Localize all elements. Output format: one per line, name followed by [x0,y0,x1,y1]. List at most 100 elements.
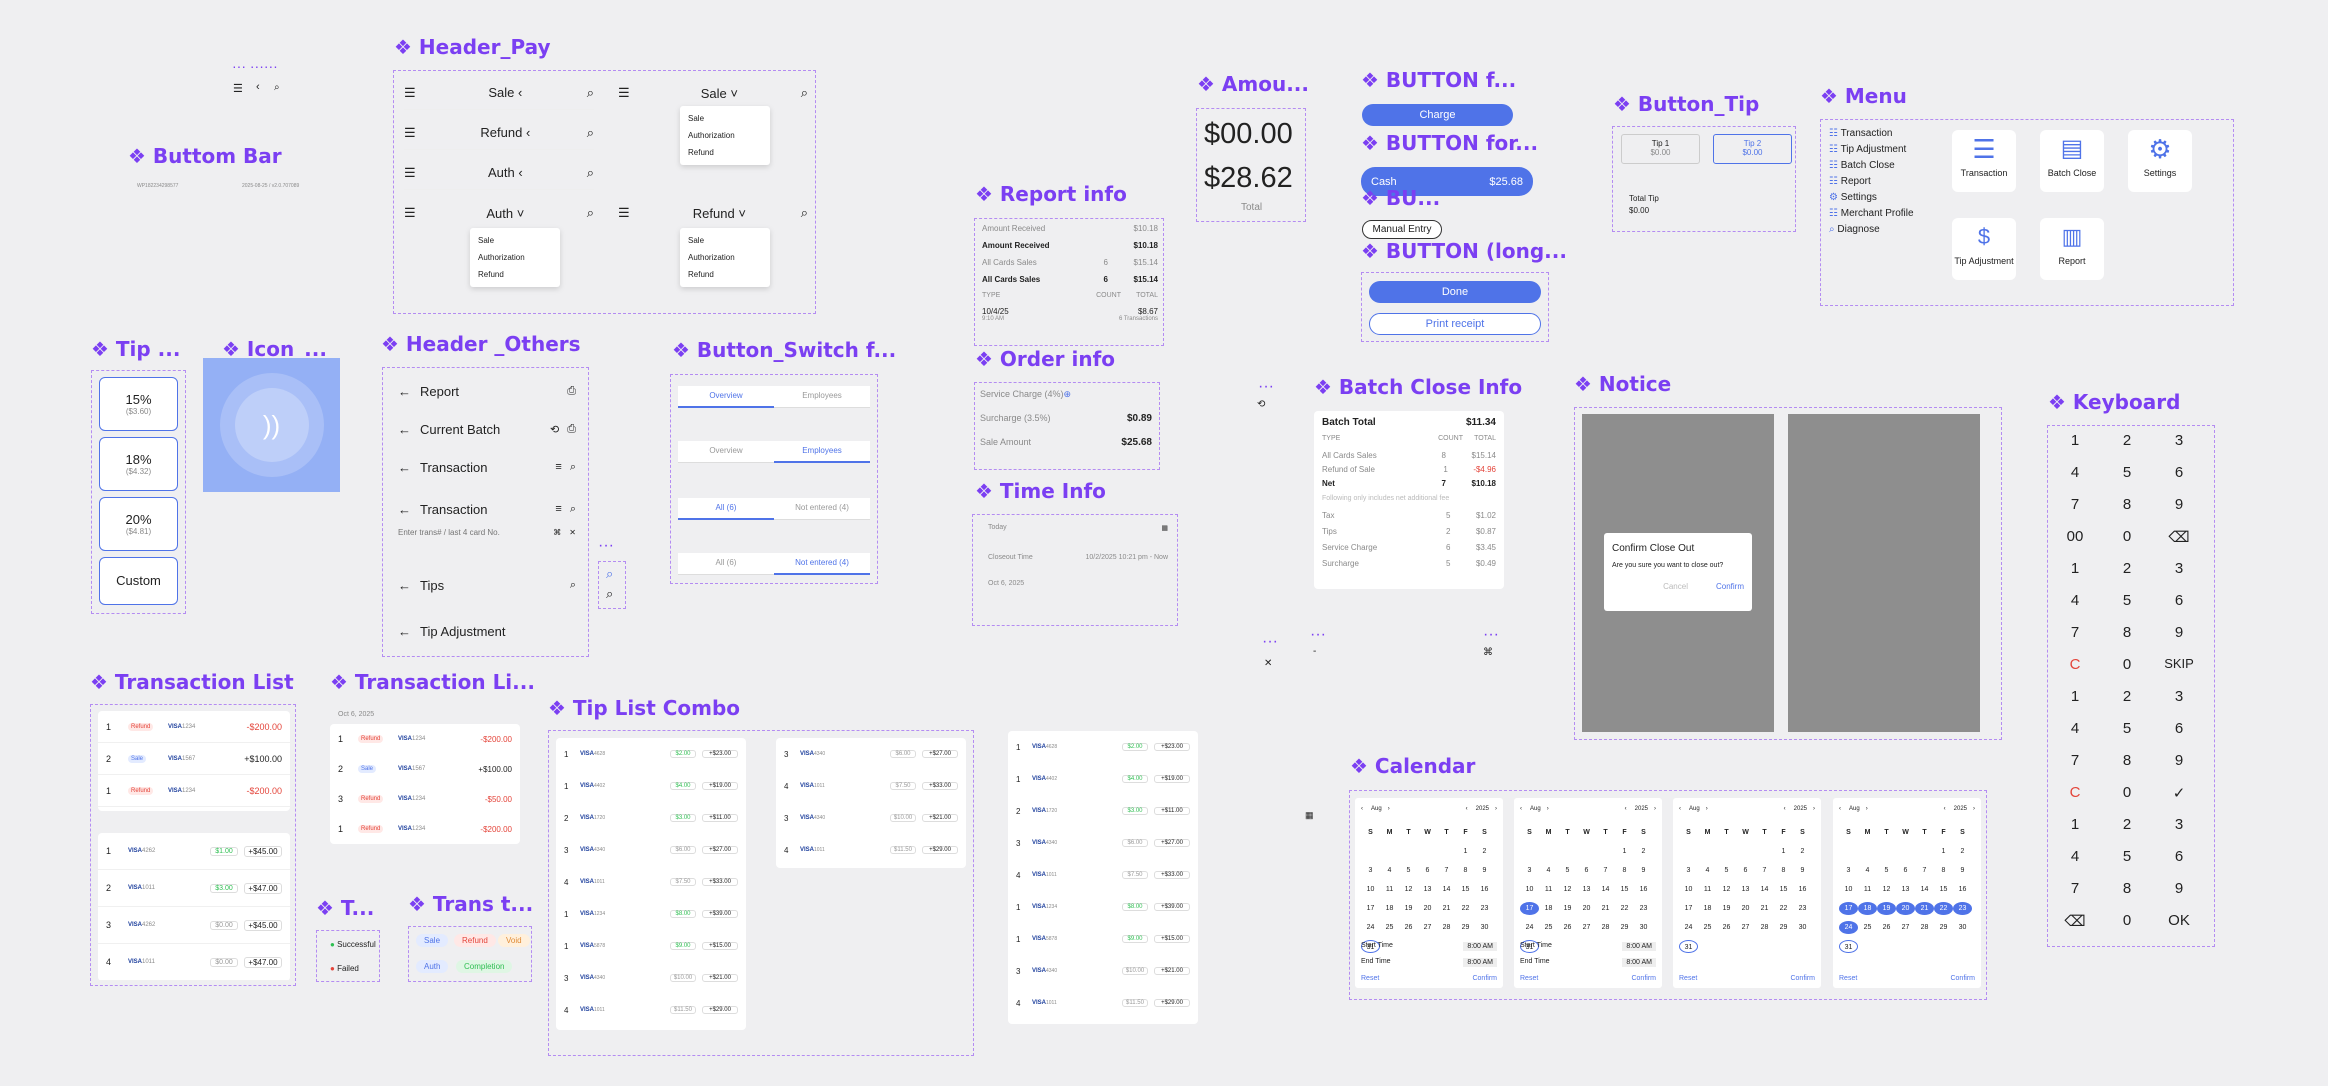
calendar-day[interactable]: 30 [1634,921,1653,934]
keyboard-key[interactable]: 9 [2159,624,2199,641]
prev-icon[interactable]: ‹ [1944,806,1946,812]
header-row-report[interactable]: ← Report ⎙ [398,374,576,408]
search-icon[interactable]: ⌕ [587,125,594,141]
tip-input[interactable]: $6.00 [890,750,916,758]
calendar-day[interactable]: 23 [1634,902,1653,915]
prev-icon[interactable]: ‹ [1625,806,1627,812]
tip-input[interactable]: $10.00 [670,974,696,982]
tip-input[interactable]: $2.00 [670,750,696,758]
tab-overview[interactable]: Overview [678,441,774,463]
calendar-day[interactable]: 19 [1558,902,1577,915]
calendar-day[interactable]: 6 [1736,864,1755,877]
calendar-day[interactable]: 4 [1858,864,1877,877]
keyboard-key[interactable]: 2 [2107,688,2147,705]
table-row[interactable]: 1 Refund VISA 1234 -$200.00 [330,724,520,754]
calendar-day[interactable]: 11 [1858,883,1877,896]
tip-input[interactable]: $9.00 [670,942,696,950]
menu-item-tip-adjustment[interactable]: ☷ Tip Adjustment [1829,142,1914,158]
tab-overview[interactable]: Overview [678,386,774,408]
keyboard-key[interactable]: 2 [2107,816,2147,833]
table-row[interactable]: 3 VISA 4340 $6.00 +$27.00 [1008,827,1198,859]
search-icon[interactable]: ⌕ [587,205,594,221]
table-row[interactable]: 2 VISA 1011 $3.00 +$47.00 [98,870,290,907]
calendar-day[interactable]: 18 [1380,902,1399,915]
calendar-day[interactable]: 19 [1717,902,1736,915]
keyboard-key[interactable]: 1 [2055,560,2095,577]
table-row[interactable]: 2 VISA 1720 $3.00 +$11.00 [556,802,746,834]
keyboard-key[interactable]: 7 [2055,752,2095,769]
calendar-day[interactable]: 21 [1596,902,1615,915]
table-row[interactable]: 3 VISA 4340 $6.00 +$27.00 [556,834,746,866]
calendar-day[interactable]: 13 [1418,883,1437,896]
keyboard-key[interactable]: 5 [2107,848,2147,865]
menu-tile-transaction[interactable]: ☰ Transaction [1952,130,2016,192]
calendar-day[interactable]: 27 [1418,921,1437,934]
print-receipt-button[interactable]: Print receipt [1369,313,1541,335]
dropdown-auth[interactable]: Sale Authorization Refund [470,228,560,287]
calendar-day[interactable]: 23 [1953,902,1972,915]
today-row[interactable]: Today ▦ [988,524,1168,554]
next-icon[interactable]: › [1866,806,1944,812]
table-row[interactable]: 4 VISA 1011 $7.50 +$33.00 [1008,859,1198,891]
history-icon[interactable]: ⟲ [550,423,559,436]
calendar-day[interactable]: 1 [1456,845,1475,858]
table-row[interactable]: 1 VISA 4402 $4.00 +$19.00 [556,770,746,802]
calendar-day[interactable]: 1 [1774,845,1793,858]
calendar-day[interactable]: 17 [1361,902,1380,915]
calendar-day[interactable]: 24 [1361,921,1380,934]
tab-not-entered[interactable]: Not entered (4) [774,553,870,575]
date-picker[interactable]: ‹ Aug › ‹ 2025 › S M T W T F S 1 2 3 4 5 6 7 8 9 10 11 12 13 14 15 1… [1355,798,1503,988]
confirm-button[interactable]: Confirm [1950,975,1975,982]
reset-button[interactable]: Reset [1361,975,1379,982]
table-row[interactable]: 1 VISA 4628 $2.00 +$23.00 [556,738,746,770]
plus-icon[interactable]: ⊕ [1064,389,1072,413]
calendar-day[interactable]: 27 [1736,921,1755,934]
keyboard-key[interactable]: 9 [2159,752,2199,769]
start-time-value[interactable]: 8:00 AM [1622,942,1656,951]
calendar-day[interactable]: 15 [1934,883,1953,896]
calendar-day[interactable]: 22 [1615,902,1634,915]
calendar-day[interactable]: 26 [1558,921,1577,934]
calendar-day[interactable]: 6 [1577,864,1596,877]
keyboard-key[interactable]: 1 [2055,688,2095,705]
dropdown-option[interactable]: Authorization [680,127,770,144]
calendar-day[interactable]: 16 [1475,883,1494,896]
back-arrow-icon[interactable]: ← [398,578,420,593]
calendar-day[interactable]: 25 [1539,921,1558,934]
confirm-button[interactable]: Confirm [1472,975,1497,982]
tip-input[interactable]: $7.50 [1122,871,1148,879]
dropdown-option[interactable]: Authorization [680,249,770,266]
tab-all[interactable]: All (6) [678,498,774,520]
back-arrow-icon[interactable]: ← [398,460,420,475]
tip-input[interactable]: $10.00 [1122,967,1148,975]
header-row-sale-open[interactable]: ☰ Sale ˅ ⌕ [618,76,808,110]
calendar-day[interactable]: 11 [1380,883,1399,896]
calendar-day[interactable]: 24 [1839,921,1858,934]
keyboard-key[interactable]: SKIP [2159,656,2199,671]
tip-input[interactable]: $7.50 [670,878,696,886]
next-icon[interactable]: › [1654,806,1656,812]
back-arrow-icon[interactable]: ← [398,624,420,639]
calendar-day[interactable]: 24 [1679,921,1698,934]
calendar-day[interactable]: 26 [1717,921,1736,934]
calendar-day[interactable]: 21 [1437,902,1456,915]
menu-tile-tip-adjustment[interactable]: $ Tip Adjustment [1952,218,2016,280]
calendar-day[interactable]: 13 [1736,883,1755,896]
done-button[interactable]: Done [1369,281,1541,303]
keyboard-key[interactable]: 8 [2107,496,2147,513]
tip-input[interactable]: $11.50 [1122,999,1148,1007]
tip-input[interactable]: $10.00 [890,814,916,822]
calendar-day[interactable]: 3 [1361,864,1380,877]
calendar-day[interactable]: 15 [1456,883,1475,896]
month-select[interactable]: Aug [1530,806,1541,812]
menu-item-transaction[interactable]: ☷ Transaction [1829,126,1914,142]
table-row[interactable]: 3 VISA 4340 $10.00 +$21.00 [556,962,746,994]
dropdown-option[interactable]: Sale [680,110,770,127]
calendar-day[interactable]: 10 [1839,883,1858,896]
calendar-day[interactable]: 8 [1456,864,1475,877]
calendar-day[interactable]: 31 [1839,940,1858,953]
keyboard-key[interactable]: ✓ [2159,784,2199,802]
tip-input[interactable]: $6.00 [1122,839,1148,847]
tip-input[interactable]: $8.00 [670,910,696,918]
calendar-day[interactable]: 23 [1793,902,1812,915]
